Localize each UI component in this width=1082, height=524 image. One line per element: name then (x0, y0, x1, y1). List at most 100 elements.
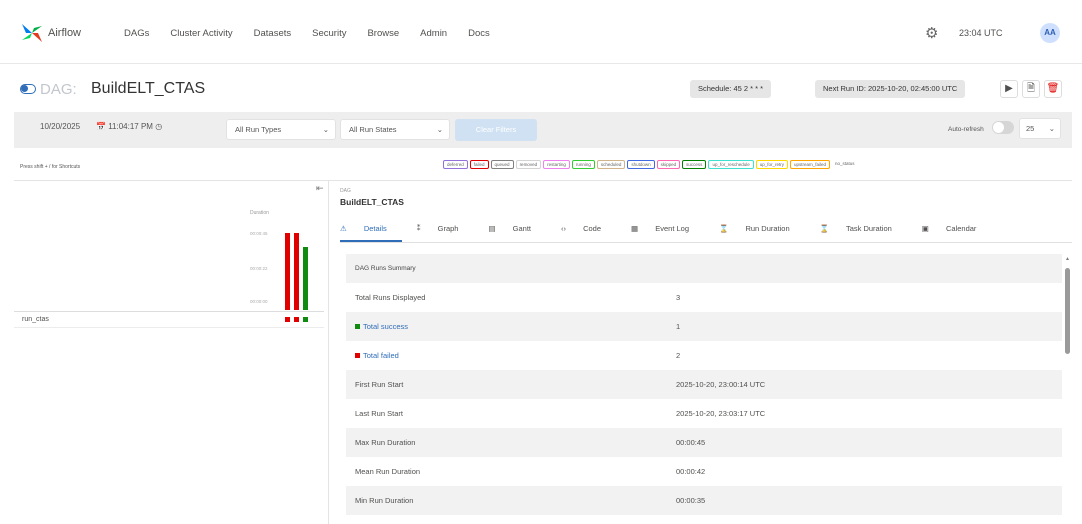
scrollbar-thumb[interactable] (1065, 268, 1070, 354)
document-icon: 🗎 (1026, 83, 1036, 94)
legend-removed[interactable]: removed (515, 160, 542, 169)
tab-run-duration[interactable]: ⌛ Run Duration (719, 224, 805, 242)
row-value: 3 (676, 293, 681, 302)
auto-refresh-label: Auto-refresh (948, 126, 984, 133)
base-time-value: 11:04:17 PM (108, 122, 153, 131)
collapse-panel-icon[interactable]: ⇤ (316, 183, 324, 194)
dag-runs-summary-table: DAG Runs Summary Total Runs Displayed 3 T… (346, 254, 1062, 515)
duration-tick: 00:00:22 (250, 266, 268, 271)
dag-breadcrumb-name[interactable]: BuildELT_CTAS (340, 197, 404, 207)
table-header-row: DAG Runs Summary (346, 254, 1062, 283)
task-instance-square[interactable] (294, 317, 299, 322)
graph-icon: ⁑ (416, 224, 421, 233)
success-square-icon (355, 324, 360, 329)
legend-up-for-retry[interactable]: up_for_retry (755, 160, 788, 169)
schedule-badge[interactable]: Schedule: 45 2 * * * (690, 80, 772, 98)
user-avatar[interactable]: AA (1040, 23, 1060, 43)
tab-details-label: Details (363, 224, 387, 233)
task-instance-square[interactable] (285, 317, 290, 322)
base-date-input[interactable]: 10/20/2025 (40, 122, 80, 131)
run-state-value: All Run States (349, 125, 397, 134)
tab-event-log[interactable]: ▦ Event Log (631, 224, 704, 242)
nav-dags[interactable]: DAGs (124, 28, 149, 39)
duration-tick: 00:00:00 (250, 299, 268, 304)
main-nav: DAGs Cluster Activity Datasets Security … (124, 28, 511, 39)
trigger-dag-button[interactable]: ▶ (1000, 80, 1018, 98)
run-duration-bar[interactable] (294, 233, 299, 310)
legend-skipped[interactable]: skipped (656, 160, 681, 169)
logo-text: Airflow (48, 27, 82, 39)
legend-shutdown[interactable]: shutdown (627, 160, 655, 169)
legend-no-status[interactable]: no_status (832, 160, 858, 169)
details-tabs: ⚠ Details ⁑ Graph ▤ Gantt ‹› Code ▦ Even… (340, 224, 1006, 242)
tab-graph[interactable]: ⁑ Graph (417, 224, 474, 242)
tab-code[interactable]: ‹› Code (561, 224, 616, 242)
tab-calendar[interactable]: ▣ Calendar (922, 224, 992, 242)
run-duration-bar[interactable] (285, 233, 290, 310)
task-name[interactable]: run_ctas (22, 316, 49, 323)
run-type-value: All Run Types (235, 125, 282, 134)
run-type-select[interactable]: All Run Types ⌄ (226, 119, 336, 140)
nav-admin[interactable]: Admin (420, 28, 447, 39)
run-duration-bar[interactable] (303, 247, 308, 310)
legend-up-for-reschedule[interactable]: up_for_reschedule (708, 160, 754, 169)
panel-divider[interactable] (328, 181, 329, 524)
clear-filters-button[interactable]: Clear Filters (455, 119, 537, 141)
chevron-down-icon: ⌄ (322, 125, 329, 134)
table-row: Total Runs Displayed 3 (346, 283, 1062, 312)
nav-datasets[interactable]: Datasets (254, 28, 292, 39)
table-row: Max Run Duration 00:00:45 (346, 428, 1062, 457)
run-state-select[interactable]: All Run States ⌄ (340, 119, 450, 140)
tab-gantt[interactable]: ▤ Gantt (488, 224, 546, 242)
task-row[interactable] (14, 312, 324, 328)
nav-docs[interactable]: Docs (468, 28, 490, 39)
row-key: Total Runs Displayed (355, 293, 426, 302)
table-icon: ▦ (631, 224, 639, 233)
tab-details[interactable]: ⚠ Details (340, 224, 402, 242)
duration-tick: 00:00:45 (250, 231, 268, 236)
legend-success[interactable]: success (682, 160, 707, 169)
row-key: Min Run Duration (355, 496, 414, 505)
legend-upstream-failed[interactable]: upstream_failed (789, 160, 831, 169)
legend-scheduled[interactable]: scheduled (596, 160, 626, 169)
airflow-logo[interactable]: Airflow (20, 22, 112, 44)
pinwheel-logo-icon (22, 24, 42, 42)
tab-calendar-label: Calendar (945, 224, 977, 233)
duration-axis-title: Duration (250, 210, 269, 216)
row-value: 2025-10-20, 23:03:17 UTC (676, 409, 766, 418)
tab-task-duration[interactable]: ⌛ Task Duration (820, 224, 907, 242)
nav-security[interactable]: Security (312, 28, 346, 39)
table-row: Min Run Duration 00:00:35 (346, 486, 1062, 515)
timezone-clock[interactable]: 23:04 UTC (959, 28, 1003, 38)
hourglass-icon: ⌛ (819, 224, 829, 233)
legend-restarting[interactable]: restarting (543, 160, 570, 169)
delete-dag-button[interactable]: 🗑 (1044, 80, 1062, 98)
gear-icon[interactable]: ⚙ (925, 24, 938, 42)
scroll-up-icon[interactable]: ▲ (1065, 256, 1070, 262)
nav-cluster-activity[interactable]: Cluster Activity (170, 28, 232, 39)
base-time-input[interactable]: 📅 11:04:17 PM ◷ (96, 122, 162, 131)
runs-count-select[interactable]: 25 ⌄ (1019, 118, 1061, 139)
task-instance-square[interactable] (303, 317, 308, 322)
parse-dag-button[interactable]: 🗎 (1022, 80, 1040, 98)
nav-browse[interactable]: Browse (367, 28, 399, 39)
total-success-link[interactable]: Total success (355, 322, 408, 331)
row-key: Mean Run Duration (355, 467, 421, 476)
row-value: 00:00:42 (676, 467, 706, 476)
calendar-icon: ▣ (921, 224, 929, 233)
next-run-badge[interactable]: Next Run ID: 2025-10-20, 02:45:00 UTC (815, 80, 966, 98)
dag-pause-toggle[interactable] (20, 84, 36, 94)
code-icon: ‹› (561, 224, 566, 233)
legend-queued[interactable]: queued (490, 160, 514, 169)
table-row: Mean Run Duration 00:00:42 (346, 457, 1062, 486)
auto-refresh-switch[interactable] (992, 121, 1014, 134)
failed-square-icon (355, 353, 360, 358)
legend-running[interactable]: running (571, 160, 595, 169)
legend-deferred[interactable]: deferred (443, 160, 468, 169)
row-value: 2025-10-20, 23:00:14 UTC (676, 380, 766, 389)
row-key: Max Run Duration (355, 438, 416, 447)
tab-task-duration-label: Task Duration (845, 224, 892, 233)
total-failed-link[interactable]: Total failed (355, 351, 399, 360)
chevron-down-icon: ⌄ (1048, 124, 1055, 133)
legend-failed[interactable]: failed (469, 160, 489, 169)
